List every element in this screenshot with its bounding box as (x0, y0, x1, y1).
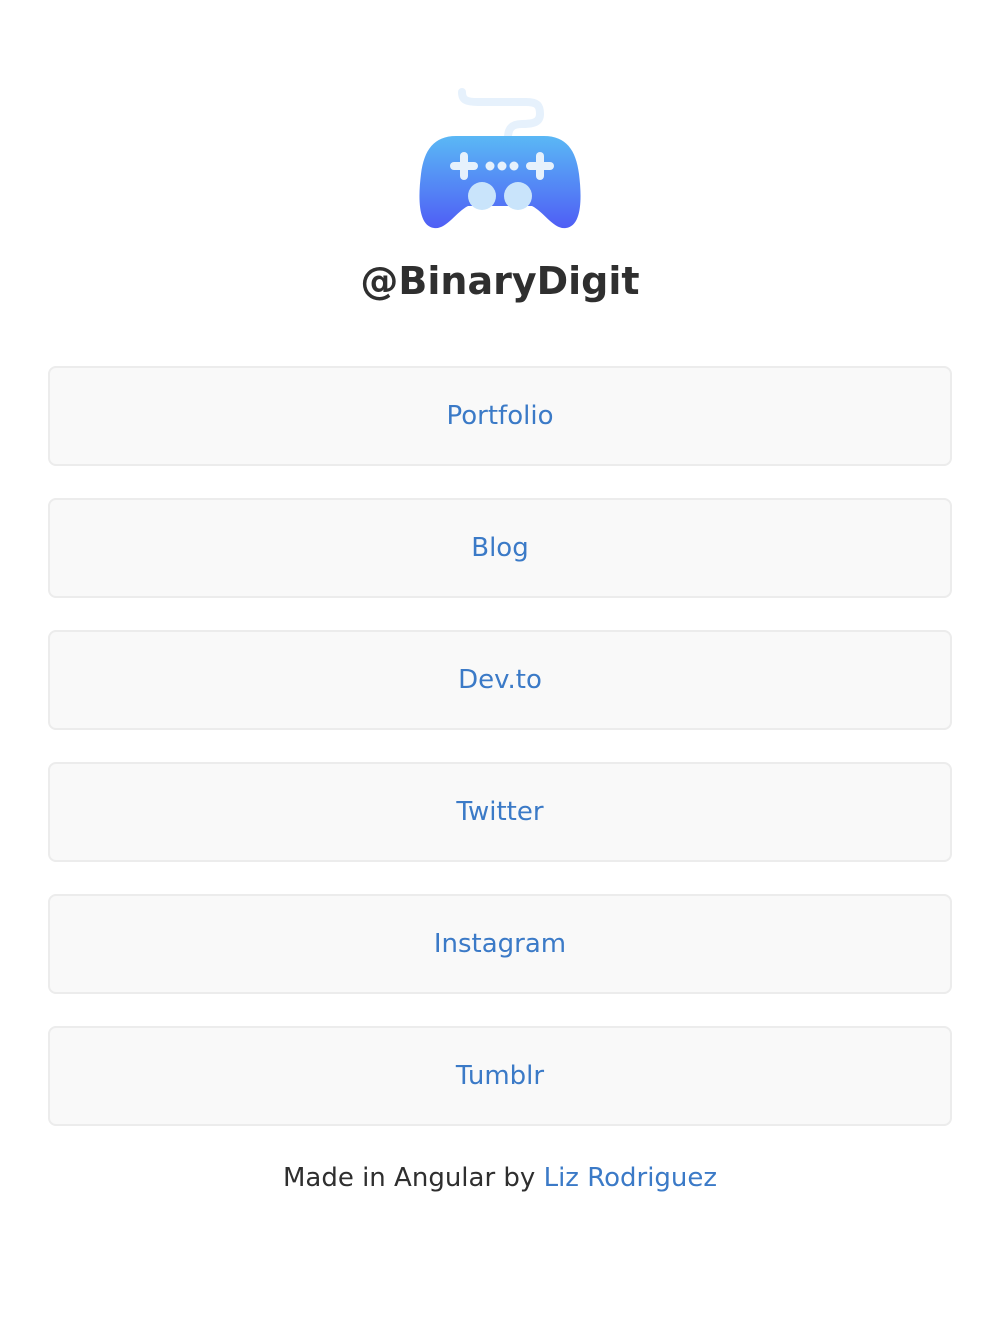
gamepad-icon (416, 86, 584, 234)
profile-handle: @BinaryDigit (360, 259, 640, 303)
link-instagram[interactable]: Instagram (48, 894, 952, 994)
footer: Made in Angular by Liz Rodriguez (0, 1158, 1000, 1198)
link-devto[interactable]: Dev.to (48, 630, 952, 730)
author-link[interactable]: Liz Rodriguez (544, 1163, 717, 1193)
link-page: @BinaryDigit Portfolio Blog Dev.to Twitt… (0, 0, 1000, 1322)
link-portfolio[interactable]: Portfolio (48, 366, 952, 466)
footer-text: Made in Angular by (282, 1163, 536, 1193)
link-tumblr[interactable]: Tumblr (48, 1026, 952, 1126)
link-blog[interactable]: Blog (48, 498, 952, 598)
link-twitter[interactable]: Twitter (48, 762, 952, 862)
link-list: Portfolio Blog Dev.to Twitter Instagram … (48, 366, 952, 1158)
